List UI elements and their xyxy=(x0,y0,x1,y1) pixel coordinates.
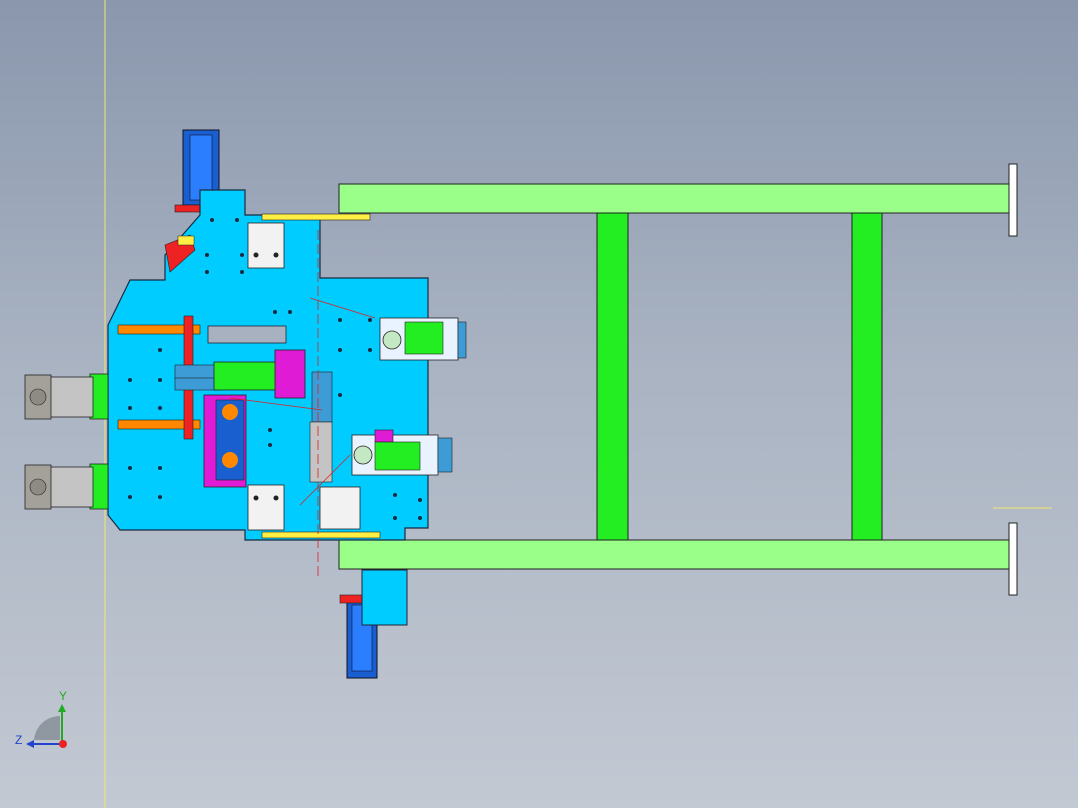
gripper-upper[interactable] xyxy=(379,317,467,361)
frame-endcap-bottom xyxy=(1008,522,1018,596)
frame-rail-bottom xyxy=(338,539,1010,570)
motor-left-upper[interactable] xyxy=(24,373,109,420)
motor-left-lower[interactable] xyxy=(24,463,109,510)
frame-crossbar-2 xyxy=(851,212,883,541)
gripper-lower[interactable] xyxy=(351,429,453,476)
frame-crossbar-1 xyxy=(596,212,629,541)
axis-z-label: Z xyxy=(15,733,22,747)
axis-y-label: Y xyxy=(59,689,67,703)
green-frame[interactable] xyxy=(338,163,1018,596)
cad-scene[interactable]: Y Z xyxy=(0,0,1078,808)
cylinder-bottom[interactable] xyxy=(339,569,408,679)
cad-viewport[interactable]: Y Z xyxy=(0,0,1078,808)
frame-endcap-top xyxy=(1008,163,1018,237)
frame-rail-top xyxy=(338,183,1010,214)
axis-triad[interactable]: Y Z xyxy=(15,689,67,748)
